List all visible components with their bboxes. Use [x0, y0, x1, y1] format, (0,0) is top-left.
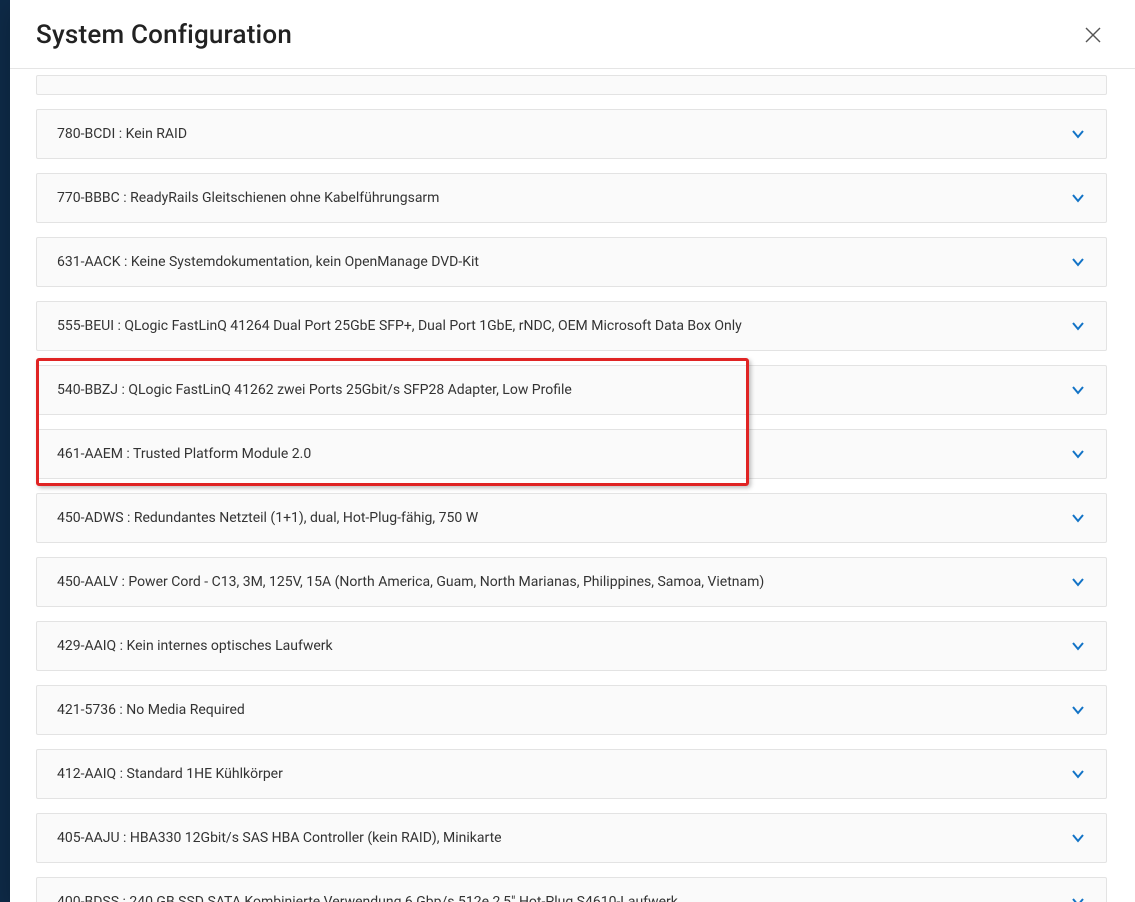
modal-header: System Configuration — [10, 0, 1135, 69]
close-icon — [1085, 27, 1101, 43]
chevron-down-icon — [1070, 446, 1086, 462]
chevron-down-icon — [1070, 254, 1086, 270]
accordion-label: 555-BEUI : QLogic FastLinQ 41264 Dual Po… — [57, 318, 742, 334]
accordion-item[interactable]: 631-AACK : Keine Systemdokumentation, ke… — [36, 237, 1107, 287]
accordion-item[interactable]: 421-5736 : No Media Required — [36, 685, 1107, 735]
accordion-item[interactable]: 450-ADWS : Redundantes Netzteil (1+1), d… — [36, 493, 1107, 543]
accordion-item[interactable]: 450-AALV : Power Cord - C13, 3M, 125V, 1… — [36, 557, 1107, 607]
chevron-down-icon — [1070, 894, 1086, 902]
accordion-label: 770-BBBC : ReadyRails Gleitschienen ohne… — [57, 190, 439, 206]
accordion-label: 421-5736 : No Media Required — [57, 702, 245, 718]
accordion-label: 631-AACK : Keine Systemdokumentation, ke… — [57, 254, 479, 270]
accordion-label: 461-AAEM : Trusted Platform Module 2.0 — [57, 446, 311, 462]
accordion-label: 405-AAJU : HBA330 12Gbit/s SAS HBA Contr… — [57, 830, 502, 846]
accordion-item[interactable]: 770-BBBC : ReadyRails Gleitschienen ohne… — [36, 173, 1107, 223]
chevron-down-icon — [1070, 766, 1086, 782]
accordion-label: 780-BCDI : Kein RAID — [57, 126, 187, 142]
close-button[interactable] — [1079, 21, 1107, 49]
chevron-down-icon — [1070, 574, 1086, 590]
modal-scroll-area[interactable]: 780-BCDI : Kein RAID 770-BBBC : ReadyRai… — [10, 69, 1117, 902]
accordion-label: 450-ADWS : Redundantes Netzteil (1+1), d… — [57, 510, 478, 526]
chevron-down-icon — [1070, 126, 1086, 142]
chevron-down-icon — [1070, 830, 1086, 846]
accordion-label: 450-AALV : Power Cord - C13, 3M, 125V, 1… — [57, 574, 764, 590]
accordion-label: 429-AAIQ : Kein internes optisches Laufw… — [57, 638, 333, 654]
system-configuration-modal: System Configuration 780-BCDI : Kein RAI… — [10, 0, 1135, 902]
chevron-down-icon — [1070, 382, 1086, 398]
accordion-item[interactable]: 400-BDSS : 240 GB SSD SATA Kombinierte V… — [36, 877, 1107, 902]
accordion-item[interactable]: 555-BEUI : QLogic FastLinQ 41264 Dual Po… — [36, 301, 1107, 351]
accordion-label: 400-BDSS : 240 GB SSD SATA Kombinierte V… — [57, 894, 678, 902]
chevron-down-icon — [1070, 638, 1086, 654]
chevron-down-icon — [1070, 318, 1086, 334]
accordion-item[interactable]: 780-BCDI : Kein RAID — [36, 109, 1107, 159]
accordion-item[interactable]: 540-BBZJ : QLogic FastLinQ 41262 zwei Po… — [36, 365, 1107, 415]
modal-title: System Configuration — [36, 20, 292, 50]
accordion-item[interactable]: 461-AAEM : Trusted Platform Module 2.0 — [36, 429, 1107, 479]
accordion-label: 540-BBZJ : QLogic FastLinQ 41262 zwei Po… — [57, 382, 572, 398]
accordion-label: 412-AAIQ : Standard 1HE Kühlkörper — [57, 766, 283, 782]
chevron-down-icon — [1070, 190, 1086, 206]
modal-body-wrap: 780-BCDI : Kein RAID 770-BBBC : ReadyRai… — [10, 69, 1135, 902]
accordion-item[interactable]: 429-AAIQ : Kein internes optisches Laufw… — [36, 621, 1107, 671]
chevron-down-icon — [1070, 510, 1086, 526]
accordion-item-partial[interactable] — [36, 75, 1107, 95]
accordion-item[interactable]: 412-AAIQ : Standard 1HE Kühlkörper — [36, 749, 1107, 799]
chevron-down-icon — [1070, 702, 1086, 718]
accordion-item[interactable]: 405-AAJU : HBA330 12Gbit/s SAS HBA Contr… — [36, 813, 1107, 863]
